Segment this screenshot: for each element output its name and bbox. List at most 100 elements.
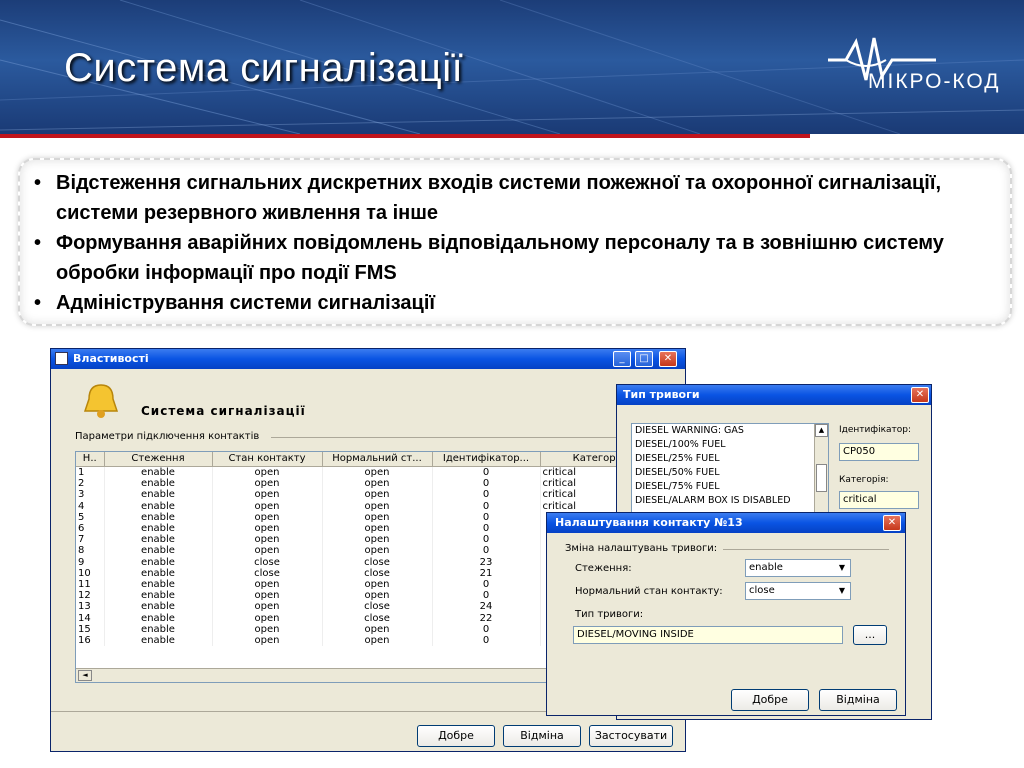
slide: Система сигналізації МІКРО-КОД Відстежен… xyxy=(0,0,1024,768)
table-row[interactable]: 1 enable open open 0 critical xyxy=(76,466,677,479)
table-cell: enable xyxy=(104,478,213,490)
table-cell: enable xyxy=(104,556,213,568)
category-field[interactable]: critical xyxy=(839,491,919,509)
table-cell: close xyxy=(322,567,433,580)
table-cell: open xyxy=(322,478,433,490)
cancel-button[interactable]: Відміна xyxy=(503,725,581,747)
table-cell: 13 xyxy=(76,601,105,613)
table-cell: 0 xyxy=(432,579,541,591)
group-label: Зміна налаштувань тривоги: xyxy=(565,543,718,554)
contact-settings-titlebar[interactable]: Налаштування контакту №13 xyxy=(547,513,905,533)
apply-button[interactable]: Застосувати xyxy=(589,725,673,747)
bullet-panel: Відстеження сигнальних дискретних входів… xyxy=(18,158,1012,326)
group-divider xyxy=(723,549,889,550)
bullet-item: Формування аварійних повідомлень відпові… xyxy=(34,228,996,288)
column-header[interactable]: Нормальний ст... xyxy=(322,452,433,467)
group-label: Параметри підключення контактів xyxy=(75,431,260,442)
table-cell: 22 xyxy=(432,612,541,624)
table-cell: close xyxy=(322,556,433,568)
table-cell: 0 xyxy=(432,545,541,557)
properties-titlebar[interactable]: Властивості xyxy=(51,349,685,369)
scroll-left-icon[interactable]: ◄ xyxy=(78,670,92,681)
list-item[interactable]: DIESEL/ALARM BOX IS DISABLED xyxy=(632,494,828,508)
table-cell: open xyxy=(322,635,433,647)
table-cell: open xyxy=(322,545,433,557)
window-title: Тип тривоги xyxy=(623,388,700,401)
contact-settings-window: Налаштування контакту №13 ✕ Зміна налашт… xyxy=(546,512,906,716)
list-item[interactable]: DIESEL/25% FUEL xyxy=(632,452,828,466)
table-cell: enable xyxy=(104,511,213,524)
alarm-type-titlebar[interactable]: Тип тривоги xyxy=(617,385,931,405)
close-button[interactable]: ✕ xyxy=(659,351,677,367)
table-cell: open xyxy=(212,601,323,613)
table-cell: 0 xyxy=(432,635,541,647)
alarm-type-list[interactable]: DIESEL WARNING: GAS DIESEL/100% FUEL DIE… xyxy=(631,423,829,513)
close-button[interactable]: ✕ xyxy=(883,515,901,531)
table-cell: 5 xyxy=(76,511,105,524)
table-cell: open xyxy=(212,612,323,624)
list-item[interactable]: DIESEL/50% FUEL xyxy=(632,466,828,480)
table-cell: enable xyxy=(104,489,213,501)
table-cell: enable xyxy=(104,612,213,624)
alarm-type-field[interactable]: DIESEL/MOVING INSIDE xyxy=(573,626,843,644)
column-header[interactable]: Стан контакту xyxy=(212,452,323,467)
table-cell: open xyxy=(212,534,323,546)
tracking-label: Стеження: xyxy=(575,563,632,574)
table-cell: 0 xyxy=(432,511,541,524)
table-row[interactable]: 2 enable open open 0 critical xyxy=(76,478,677,490)
close-button[interactable]: ✕ xyxy=(911,387,929,403)
column-header[interactable]: Н.. xyxy=(76,452,105,467)
table-cell: 9 xyxy=(76,556,105,568)
identifier-field[interactable]: CP050 xyxy=(839,443,919,461)
bullet-item: Адміністрування системи сигналізації xyxy=(34,288,996,318)
column-header[interactable]: Ідентифікатор... xyxy=(432,452,541,467)
category-label: Категорія: xyxy=(839,475,889,485)
table-cell: enable xyxy=(104,635,213,647)
table-cell: enable xyxy=(104,523,213,535)
cancel-button[interactable]: Відміна xyxy=(819,689,897,711)
identifier-label: Ідентифікатор: xyxy=(839,425,912,435)
table-cell: enable xyxy=(104,601,213,613)
window-app-icon xyxy=(55,352,68,365)
logo-text: МІКРО-КОД xyxy=(868,70,1001,93)
table-cell: close xyxy=(212,567,323,580)
table-cell: enable xyxy=(104,534,213,546)
table-cell: 1 xyxy=(76,466,105,479)
vertical-scrollbar[interactable]: ▲ xyxy=(814,424,828,512)
column-header[interactable]: Стеження xyxy=(104,452,213,467)
minimize-button[interactable]: _ xyxy=(613,351,631,367)
scroll-thumb[interactable] xyxy=(816,464,827,492)
table-row[interactable]: 4 enable open open 0 critical xyxy=(76,500,677,512)
table-cell: open xyxy=(212,489,323,501)
table-cell: enable xyxy=(104,545,213,557)
table-cell: open xyxy=(212,590,323,602)
window-title: Властивості xyxy=(73,352,149,365)
tracking-value: enable xyxy=(749,562,783,573)
table-cell: 0 xyxy=(432,500,541,512)
chevron-down-icon[interactable]: ▼ xyxy=(834,583,850,599)
table-cell: open xyxy=(322,466,433,479)
table-cell: open xyxy=(212,623,323,636)
scroll-up-icon[interactable]: ▲ xyxy=(815,424,828,437)
tracking-select[interactable]: enable ▼ xyxy=(745,559,851,577)
table-cell: open xyxy=(212,523,323,535)
table-cell: open xyxy=(212,635,323,647)
list-item[interactable]: DIESEL WARNING: GAS xyxy=(632,424,828,438)
chevron-down-icon[interactable]: ▼ xyxy=(834,560,850,576)
ok-button[interactable]: Добре xyxy=(417,725,495,747)
table-cell: open xyxy=(212,545,323,557)
table-cell: 0 xyxy=(432,478,541,490)
table-cell: enable xyxy=(104,567,213,580)
table-cell: enable xyxy=(104,500,213,512)
table-row[interactable]: 3 enable open open 0 critical xyxy=(76,489,677,501)
table-cell: 6 xyxy=(76,523,105,535)
ok-button[interactable]: Добре xyxy=(731,689,809,711)
table-cell: 15 xyxy=(76,623,105,636)
slide-header: Система сигналізації МІКРО-КОД xyxy=(0,0,1024,134)
list-item[interactable]: DIESEL/100% FUEL xyxy=(632,438,828,452)
table-cell: 0 xyxy=(432,523,541,535)
list-item[interactable]: DIESEL/75% FUEL xyxy=(632,480,828,494)
browse-button[interactable]: ... xyxy=(853,625,887,645)
maximize-button[interactable]: □ xyxy=(635,351,653,367)
normal-state-select[interactable]: close ▼ xyxy=(745,582,851,600)
